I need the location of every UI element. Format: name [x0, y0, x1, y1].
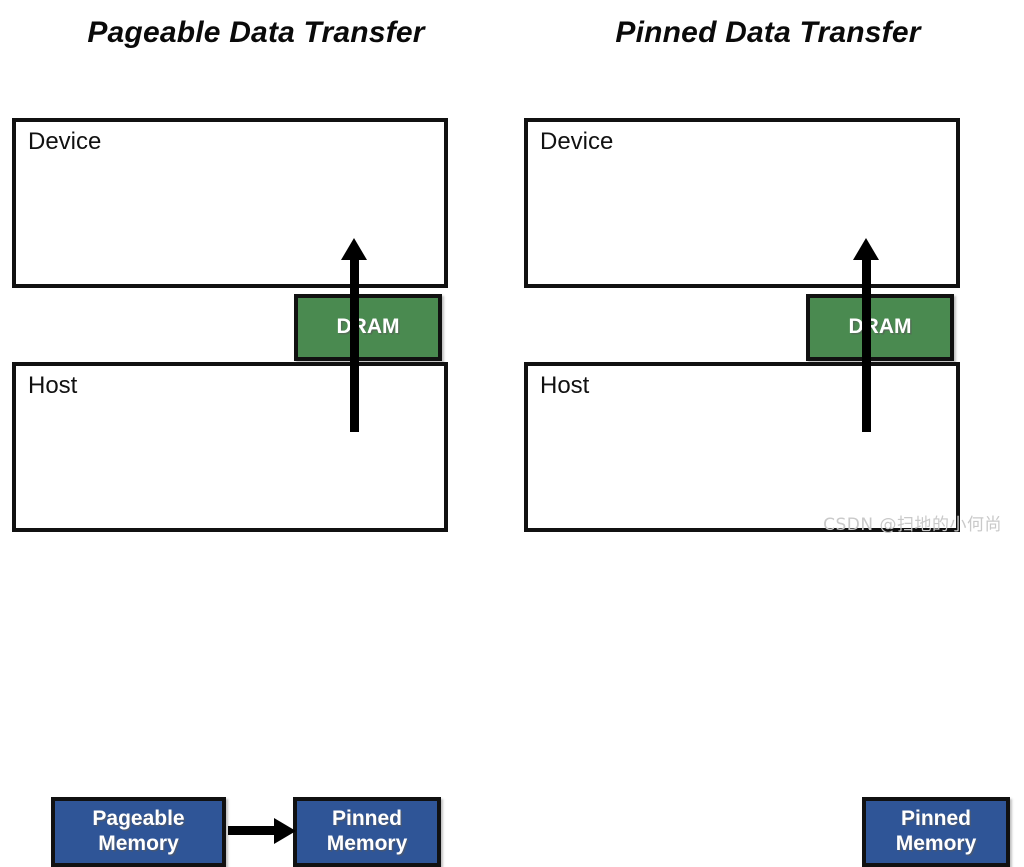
host-container-right: Host Pinned Memory: [524, 362, 1010, 867]
arrow-head: [853, 238, 879, 260]
pinned-to-dram-arrow-icon-right: [853, 238, 880, 432]
page-title-pageable: Pageable Data Transfer: [87, 16, 425, 49]
arrow-shaft: [228, 826, 278, 835]
pageable-to-pinned-arrow-icon: [228, 818, 296, 844]
panel-pinned-data-transfer: Pinned Data Transfer Device DRAM Host Pi…: [512, 0, 1024, 867]
arrow-head: [341, 238, 367, 260]
host-container-left: Host Pageable Memory Pinned Memory: [12, 362, 448, 867]
host-label-right: Host: [540, 372, 590, 399]
panel-pageable-data-transfer: Pageable Data Transfer Device DRAM Host …: [0, 0, 512, 867]
dram-block-left[interactable]: DRAM: [294, 294, 442, 361]
pageable-memory-block[interactable]: Pageable Memory: [51, 797, 226, 867]
arrow-shaft: [862, 256, 871, 432]
arrow-shaft: [350, 256, 359, 432]
dram-block-right[interactable]: DRAM: [806, 294, 954, 361]
pinned-memory-block-right[interactable]: Pinned Memory: [862, 797, 1010, 867]
device-container-right: Device DRAM: [524, 118, 960, 361]
arrow-head: [274, 818, 296, 844]
host-label-left: Host: [28, 372, 78, 399]
device-container-left: Device DRAM: [12, 118, 448, 361]
page-title-pinned: Pinned Data Transfer: [615, 16, 921, 49]
pinned-memory-block-left[interactable]: Pinned Memory: [293, 797, 441, 867]
device-label-left: Device: [28, 128, 102, 155]
pinned-to-dram-arrow-icon-left: [341, 238, 368, 432]
device-label-right: Device: [540, 128, 614, 155]
